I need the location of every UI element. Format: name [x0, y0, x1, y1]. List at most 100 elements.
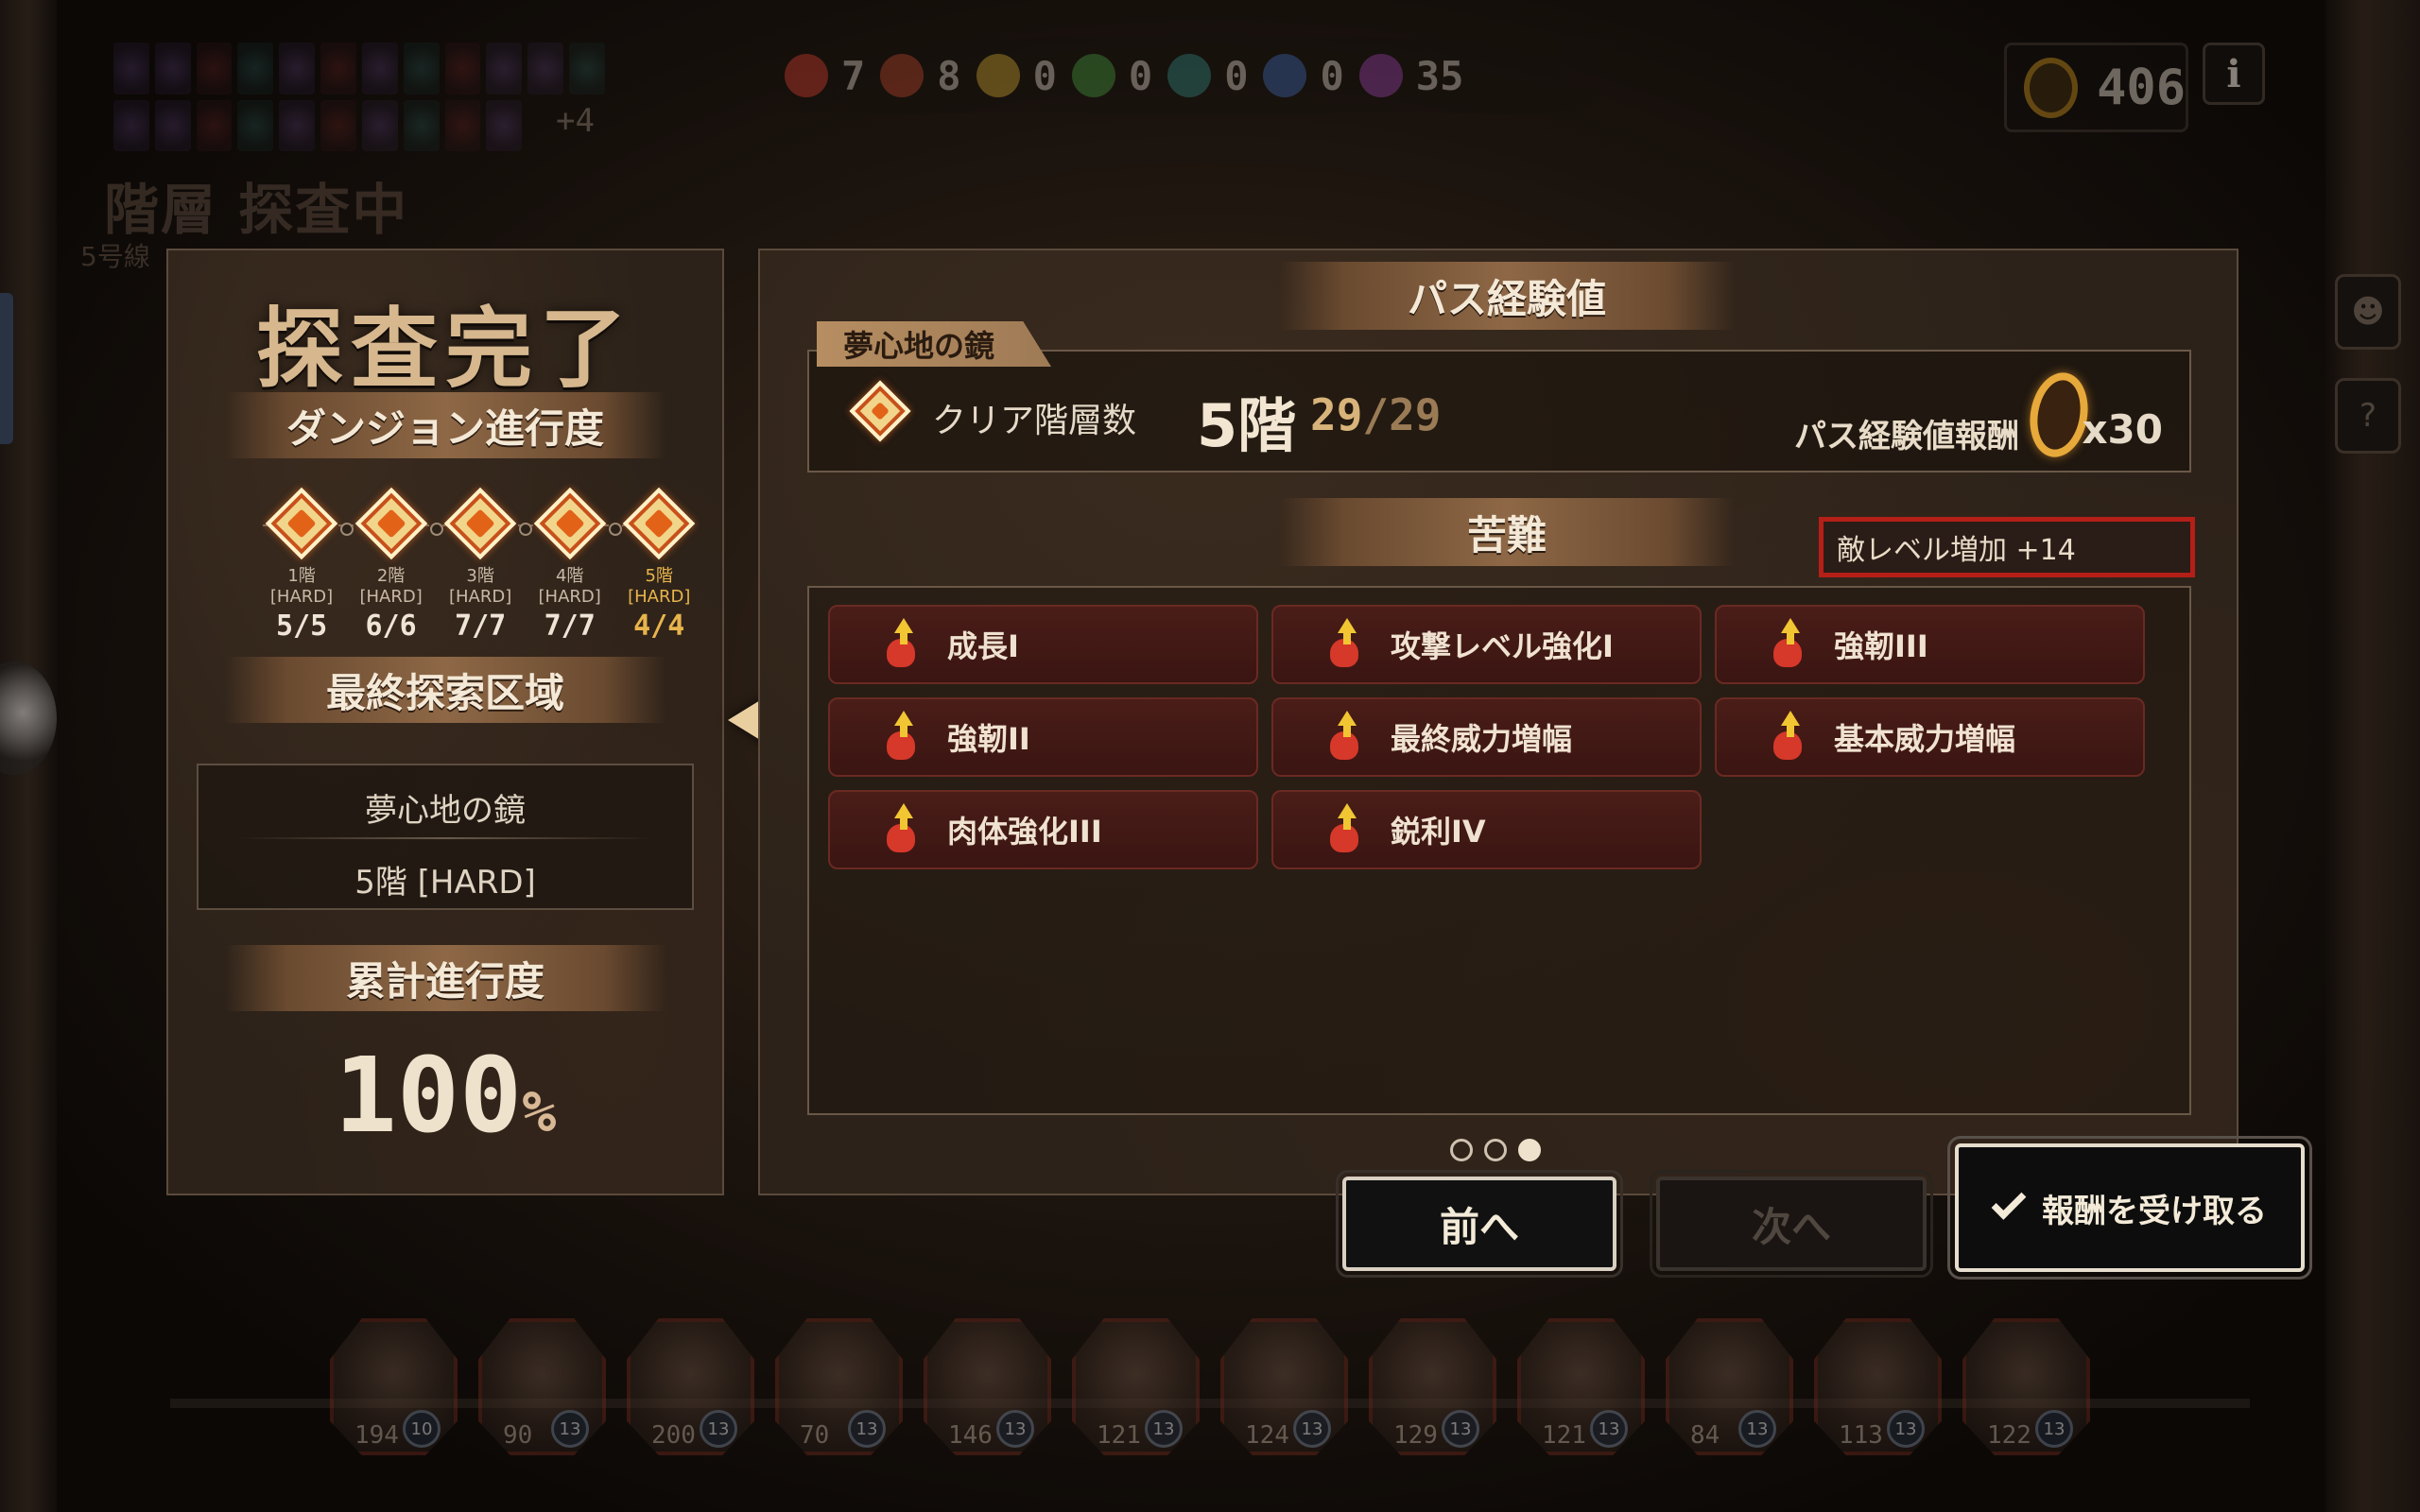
relic-grid[interactable]: [113, 43, 605, 151]
hardship-item[interactable]: 強靭II: [828, 697, 1258, 777]
floor-clear-icon: [533, 487, 606, 560]
pass-exp-reward-multiplier: x30: [2082, 406, 2163, 453]
relic-extra-count: +4: [556, 102, 595, 140]
info-button[interactable]: i: [2203, 43, 2265, 105]
clear-floor-icon: [849, 380, 911, 442]
hardship-label: 攻撃レベル強化I: [1391, 628, 1614, 664]
coin-icon: [2024, 57, 2079, 118]
enemy-level-increase: 敵レベル増加 +14: [1819, 517, 2195, 577]
floor-node: 1階 [HARD] 5/5: [256, 487, 347, 643]
clear-done: 29: [1310, 389, 1363, 440]
amber-ore-icon: [976, 54, 1020, 97]
hardship-label: 強靭III: [1834, 628, 1928, 664]
party-member-level: 70: [800, 1421, 830, 1450]
resource-value: 35: [1415, 52, 1464, 99]
area-divider: [236, 837, 654, 839]
area-floor: 5階 [HARD]: [354, 864, 536, 902]
floor-clear-icon: [354, 487, 427, 560]
floor-label: 3階 [HARD]: [449, 566, 511, 608]
hardship-item[interactable]: 鋭利IV: [1271, 790, 1702, 869]
relic-icon: [403, 43, 440, 94]
party-member-level: 124: [1245, 1421, 1289, 1450]
relic-icon: [486, 99, 523, 151]
panel-title: 探査完了: [255, 299, 634, 400]
floor-mode: [HARD]: [359, 587, 423, 607]
page-dot[interactable]: [1484, 1139, 1507, 1161]
resource-value: 0: [1224, 52, 1249, 99]
floor-label: 2階 [HARD]: [359, 566, 422, 608]
party-member-badge: 13: [2035, 1410, 2073, 1448]
floor-node: 5階 [HARD] 4/4: [614, 487, 704, 643]
total-progress-number: 100: [334, 1035, 523, 1156]
pass-exp-reward-label: パス経験値報酬: [1794, 418, 2019, 455]
party-member-portrait: 194 10: [330, 1318, 458, 1455]
relic-icon: [361, 43, 398, 94]
relic-icon: [361, 99, 398, 151]
hardship-item[interactable]: 成長I: [828, 605, 1258, 684]
hardship-buff-icon: [877, 618, 925, 671]
party-member-level: 129: [1393, 1421, 1438, 1450]
floor-count: 4/4: [633, 610, 685, 643]
resource-value: 7: [841, 52, 866, 99]
floor-status-sub: 5号線: [80, 241, 150, 272]
side-tab[interactable]: [0, 293, 13, 444]
resource-value: 0: [1032, 52, 1057, 99]
pass-exp-heading: パス経験値: [1280, 262, 1734, 330]
page-dot[interactable]: [1518, 1139, 1541, 1161]
floor-node: 2階 [HARD] 6/6: [346, 487, 437, 643]
party-member-badge: 13: [1590, 1410, 1628, 1448]
hardship-item[interactable]: 強靭III: [1715, 605, 2145, 684]
floor-clear-icon: [623, 487, 696, 560]
page-dot[interactable]: [1450, 1139, 1473, 1161]
relic-icon: [444, 43, 481, 94]
party-member-portrait: 113 13: [1814, 1318, 1942, 1455]
relic-icon: [527, 43, 564, 94]
party-member-badge: 13: [1738, 1410, 1776, 1448]
hardship-buff-icon: [1764, 618, 1811, 671]
relic-icon: [154, 43, 191, 94]
relic-icon: [569, 43, 605, 94]
hardship-buff-icon: [1764, 711, 1811, 764]
party-member-portrait: 90 13: [478, 1318, 606, 1455]
resource-item: 0: [1071, 53, 1152, 99]
profile-icon[interactable]: ☻: [2335, 274, 2401, 350]
clear-floor-progress: 29/29: [1310, 389, 1441, 440]
relic-icon: [196, 99, 233, 151]
party-member-badge: 13: [996, 1410, 1034, 1448]
help-icon[interactable]: ?: [2335, 378, 2401, 454]
resource-item: 0: [1167, 53, 1248, 99]
previous-button[interactable]: 前へ: [1336, 1170, 1623, 1278]
check-icon: [1991, 1184, 2027, 1220]
hardship-label: 強靭II: [947, 721, 1030, 757]
claim-reward-button[interactable]: 報酬を受け取る: [1947, 1136, 2312, 1280]
hardship-label: 最終威力増幅: [1391, 721, 1573, 757]
hardship-item[interactable]: 最終威力増幅: [1271, 697, 1702, 777]
relic-icon: [113, 99, 149, 151]
relic-icon: [154, 99, 191, 151]
party-member-portrait: 84 13: [1666, 1318, 1793, 1455]
frame-right: [2325, 0, 2420, 1512]
floor-label: 5階 [HARD]: [628, 566, 690, 608]
hardship-label: 鋭利IV: [1391, 814, 1486, 850]
hardship-item[interactable]: 肉体強化III: [828, 790, 1258, 869]
floor-count: 5/5: [275, 610, 328, 643]
hardship-item[interactable]: 基本威力増幅: [1715, 697, 2145, 777]
floor-number: 2階: [376, 566, 406, 586]
page-indicator: [1450, 1139, 1541, 1161]
next-button[interactable]: 次へ: [1650, 1170, 1933, 1278]
floor-mode: [HARD]: [538, 587, 601, 607]
final-area-heading: 最終探索区域: [225, 657, 666, 723]
clear-floor-value: 5階: [1197, 391, 1297, 460]
hardship-item[interactable]: 攻撃レベル強化I: [1271, 605, 1702, 684]
floor-status-title: 階層 探査中: [104, 178, 409, 242]
hardship-buff-icon: [877, 711, 925, 764]
resource-item: 0: [976, 52, 1057, 99]
party-member-level: 121: [1097, 1421, 1141, 1450]
hardship-heading: 苦難: [1280, 498, 1734, 566]
party-member-portrait: 146 13: [924, 1318, 1051, 1455]
party-member-portrait: 70 13: [775, 1318, 903, 1455]
party-member-level: 113: [1839, 1421, 1883, 1450]
relic-icon: [320, 43, 356, 94]
teal-shell-icon: [1167, 54, 1212, 97]
floor-mode: [HARD]: [448, 587, 512, 607]
